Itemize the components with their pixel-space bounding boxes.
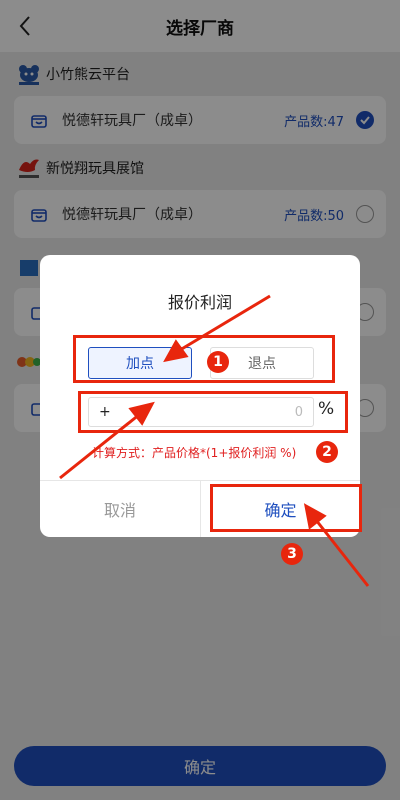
annotation-number-2: 2 xyxy=(316,441,338,463)
annotation-number-1: 1 xyxy=(207,351,229,373)
formula-text: 计算方式：产品价格*(1+报价利润 %) xyxy=(92,446,297,460)
dialog-title: 报价利润 xyxy=(167,293,232,312)
annotation-box-3 xyxy=(210,484,362,532)
annotation-box-2 xyxy=(78,391,348,433)
annotation-number-3: 3 xyxy=(281,543,303,565)
annotation-box-1 xyxy=(73,335,335,383)
cancel-button[interactable]: 取消 xyxy=(40,481,200,537)
